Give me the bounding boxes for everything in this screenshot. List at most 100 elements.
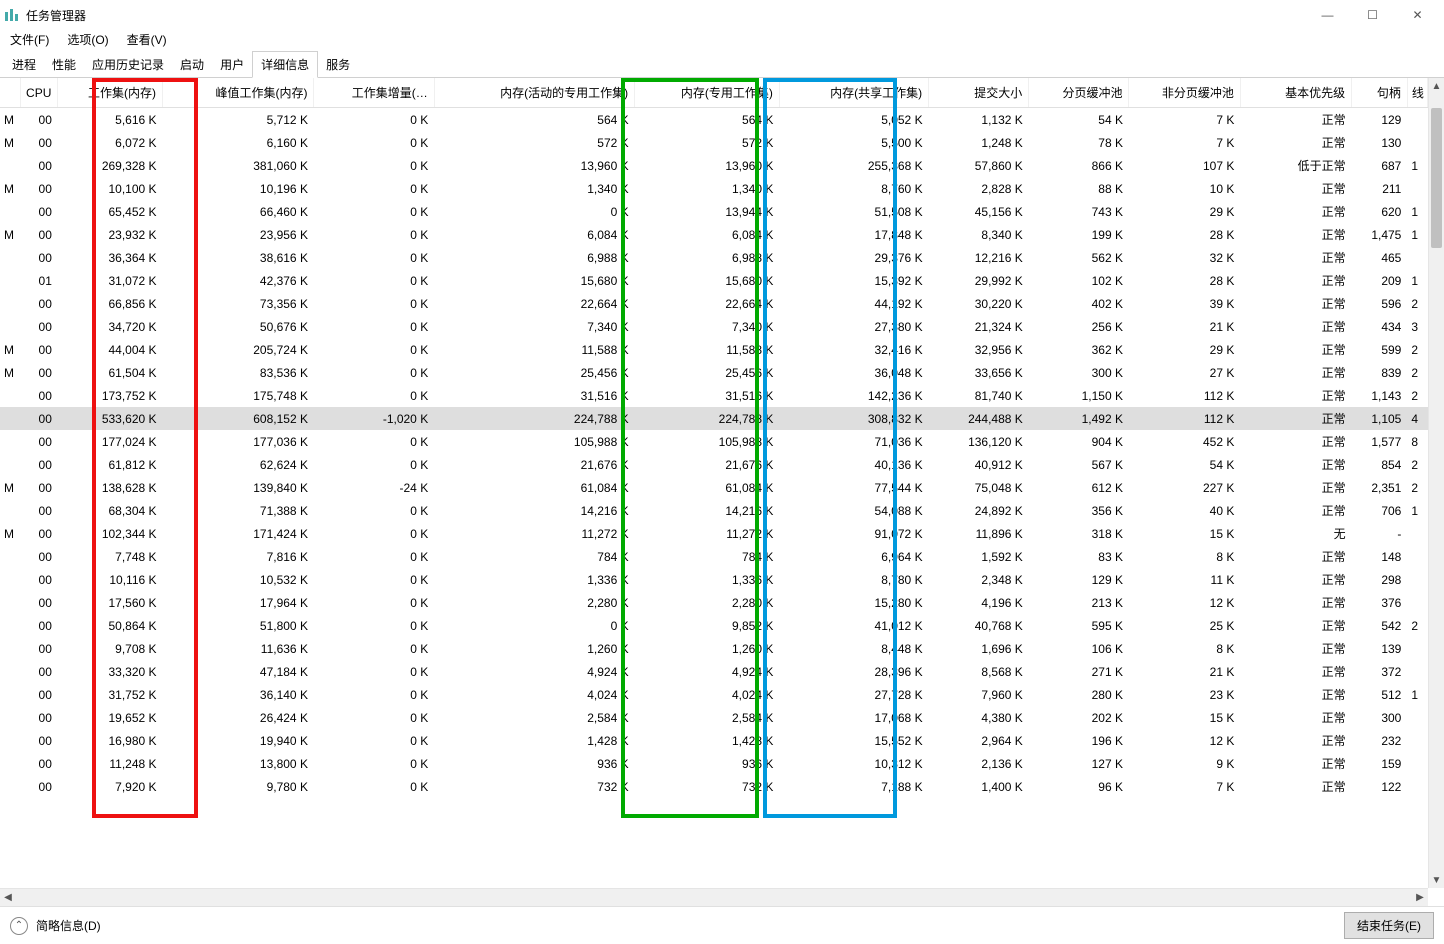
cell-cpu: 00	[20, 706, 58, 729]
table-row[interactable]: 00533,620 K608,152 K-1,020 K224,788 K224…	[0, 407, 1428, 430]
column-header[interactable]: 分页缓冲池	[1029, 78, 1129, 108]
row-lead	[0, 200, 20, 223]
vertical-scrollbar[interactable]: ▲ ▼	[1428, 78, 1444, 888]
table-row[interactable]: 007,748 K7,816 K0 K784 K784 K6,964 K1,59…	[0, 545, 1428, 568]
column-header[interactable]: 峰值工作集(内存)	[163, 78, 314, 108]
maximize-button[interactable]: ☐	[1350, 1, 1395, 29]
cell: 209	[1352, 269, 1408, 292]
table-row[interactable]: 0131,072 K42,376 K0 K15,680 K15,680 K15,…	[0, 269, 1428, 292]
brief-info-link[interactable]: 简略信息(D)	[36, 917, 101, 934]
table-row[interactable]: M00138,628 K139,840 K-24 K61,084 K61,084…	[0, 476, 1428, 499]
column-header[interactable]: 基本优先级	[1240, 78, 1351, 108]
table-row[interactable]: 0050,864 K51,800 K0 K0 K9,852 K41,012 K4…	[0, 614, 1428, 637]
scroll-left-icon[interactable]: ◀	[0, 889, 16, 906]
scroll-down-icon[interactable]: ▼	[1429, 872, 1444, 888]
table-row[interactable]: 0036,364 K38,616 K0 K6,988 K6,988 K29,37…	[0, 246, 1428, 269]
scroll-thumb[interactable]	[1431, 108, 1442, 248]
table-row[interactable]: 0031,752 K36,140 K0 K4,024 K4,024 K27,72…	[0, 683, 1428, 706]
table-row[interactable]: M0044,004 K205,724 K0 K11,588 K11,588 K3…	[0, 338, 1428, 361]
cell: 14,216 K	[434, 499, 634, 522]
tab-users[interactable]: 用户	[212, 52, 252, 77]
cell: 2,584 K	[635, 706, 780, 729]
cell: 4,024 K	[635, 683, 780, 706]
cell	[1407, 637, 1427, 660]
horizontal-scrollbar[interactable]: ◀ ▶	[0, 888, 1428, 906]
table-row[interactable]: 0011,248 K13,800 K0 K936 K936 K10,312 K2…	[0, 752, 1428, 775]
column-header[interactable]: 线	[1407, 78, 1427, 108]
scroll-up-icon[interactable]: ▲	[1429, 78, 1444, 94]
column-header[interactable]: 非分页缓冲池	[1129, 78, 1240, 108]
cell: 255,368 K	[779, 154, 928, 177]
cell-cpu: 00	[20, 660, 58, 683]
cell: 687	[1352, 154, 1408, 177]
tab-startup[interactable]: 启动	[172, 52, 212, 77]
table-row[interactable]: 0010,116 K10,532 K0 K1,336 K1,336 K8,780…	[0, 568, 1428, 591]
table-row[interactable]: 0034,720 K50,676 K0 K7,340 K7,340 K27,38…	[0, 315, 1428, 338]
table-row[interactable]: M0010,100 K10,196 K0 K1,340 K1,340 K8,76…	[0, 177, 1428, 200]
column-header[interactable]: CPU	[20, 78, 58, 108]
tab-details[interactable]: 详细信息	[252, 51, 318, 78]
row-lead	[0, 384, 20, 407]
cell: 269,328 K	[58, 154, 163, 177]
table-row[interactable]: 0065,452 K66,460 K0 K0 K13,944 K51,508 K…	[0, 200, 1428, 223]
row-lead	[0, 614, 20, 637]
tab-services[interactable]: 服务	[318, 52, 358, 77]
cell: 21,324 K	[929, 315, 1029, 338]
tab-processes[interactable]: 进程	[4, 52, 44, 77]
table-row[interactable]: 0017,560 K17,964 K0 K2,280 K2,280 K15,28…	[0, 591, 1428, 614]
tab-performance[interactable]: 性能	[44, 52, 84, 77]
cell-cpu: 01	[20, 269, 58, 292]
table-row[interactable]: M0023,932 K23,956 K0 K6,084 K6,084 K17,8…	[0, 223, 1428, 246]
table-row[interactable]: 007,920 K9,780 K0 K732 K732 K7,188 K1,40…	[0, 775, 1428, 798]
cell: 1,260 K	[434, 637, 634, 660]
table-row[interactable]: 00173,752 K175,748 K0 K31,516 K31,516 K1…	[0, 384, 1428, 407]
table-row[interactable]: 0019,652 K26,424 K0 K2,584 K2,584 K17,06…	[0, 706, 1428, 729]
column-header-row[interactable]: CPU工作集(内存)峰值工作集(内存)工作集增量(…内存(活动的专用工作集)内存…	[0, 78, 1428, 108]
expand-icon[interactable]: ⌃	[10, 917, 28, 935]
cell-cpu: 00	[20, 177, 58, 200]
column-header[interactable]	[0, 78, 20, 108]
minimize-button[interactable]: —	[1305, 1, 1350, 29]
cell: 402 K	[1029, 292, 1129, 315]
cell: 106 K	[1029, 637, 1129, 660]
cell: 66,460 K	[163, 200, 314, 223]
column-header[interactable]: 内存(专用工作集)	[635, 78, 780, 108]
table-row[interactable]: 0061,812 K62,624 K0 K21,676 K21,676 K40,…	[0, 453, 1428, 476]
cell: 25,456 K	[434, 361, 634, 384]
column-header[interactable]: 内存(活动的专用工作集)	[434, 78, 634, 108]
menu-view[interactable]: 查看(V)	[125, 29, 169, 50]
cell: 29,376 K	[779, 246, 928, 269]
table-row[interactable]: 009,708 K11,636 K0 K1,260 K1,260 K8,448 …	[0, 637, 1428, 660]
cell: 5,052 K	[779, 108, 928, 132]
column-header[interactable]: 句柄	[1352, 78, 1408, 108]
row-lead	[0, 683, 20, 706]
cell: 0 K	[314, 223, 434, 246]
scroll-right-icon[interactable]: ▶	[1412, 889, 1428, 906]
table-row[interactable]: 00269,328 K381,060 K0 K13,960 K13,960 K2…	[0, 154, 1428, 177]
column-header[interactable]: 提交大小	[929, 78, 1029, 108]
table-row[interactable]: M00102,344 K171,424 K0 K11,272 K11,272 K…	[0, 522, 1428, 545]
table-row[interactable]: M005,616 K5,712 K0 K564 K564 K5,052 K1,1…	[0, 108, 1428, 132]
table-row[interactable]: 0066,856 K73,356 K0 K22,664 K22,664 K44,…	[0, 292, 1428, 315]
column-header[interactable]: 工作集(内存)	[58, 78, 163, 108]
row-lead: M	[0, 131, 20, 154]
table-row[interactable]: M0061,504 K83,536 K0 K25,456 K25,456 K36…	[0, 361, 1428, 384]
end-task-button[interactable]: 结束任务(E)	[1344, 912, 1434, 939]
tab-app-history[interactable]: 应用历史记录	[84, 52, 172, 77]
table-row[interactable]: 0068,304 K71,388 K0 K14,216 K14,216 K54,…	[0, 499, 1428, 522]
cell: 4,196 K	[929, 591, 1029, 614]
table-row[interactable]: 00177,024 K177,036 K0 K105,988 K105,988 …	[0, 430, 1428, 453]
column-header[interactable]: 工作集增量(…	[314, 78, 434, 108]
table-row[interactable]: 0016,980 K19,940 K0 K1,428 K1,428 K15,55…	[0, 729, 1428, 752]
table-row[interactable]: M006,072 K6,160 K0 K572 K572 K5,500 K1,2…	[0, 131, 1428, 154]
close-button[interactable]: ✕	[1395, 1, 1440, 29]
menu-options[interactable]: 选项(O)	[65, 29, 110, 50]
cell: 542	[1352, 614, 1408, 637]
menu-file[interactable]: 文件(F)	[8, 29, 51, 50]
cell: 21 K	[1129, 315, 1240, 338]
footer: ⌃ 简略信息(D) 结束任务(E)	[0, 906, 1444, 944]
cell-cpu: 00	[20, 407, 58, 430]
cell: 71,036 K	[779, 430, 928, 453]
column-header[interactable]: 内存(共享工作集)	[779, 78, 928, 108]
table-row[interactable]: 0033,320 K47,184 K0 K4,924 K4,924 K28,39…	[0, 660, 1428, 683]
